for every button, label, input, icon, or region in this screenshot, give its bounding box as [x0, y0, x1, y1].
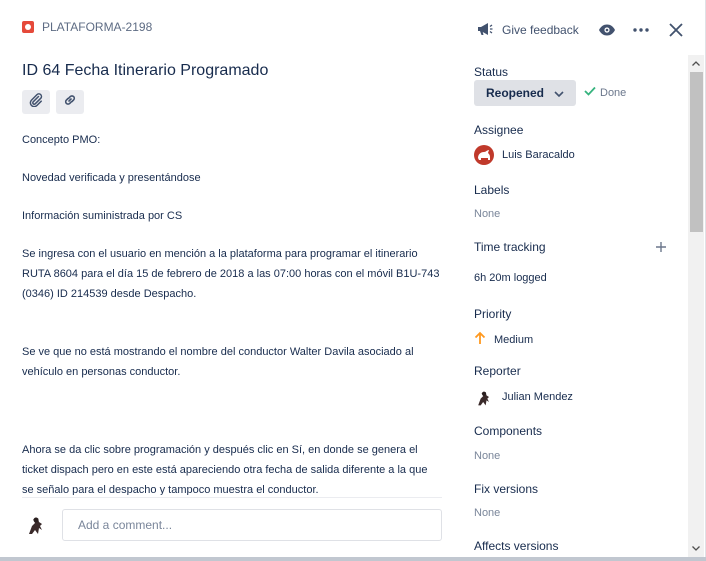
reporter-avatar: [474, 387, 494, 407]
priority-value: Medium: [494, 333, 534, 346]
arrow-up-priority-icon: [474, 331, 486, 348]
scroll-up-arrow-icon[interactable]: [688, 56, 704, 70]
scroll-down-arrow-icon[interactable]: [688, 541, 704, 555]
description-paragraph: Concepto PMO:: [22, 134, 101, 146]
sidebar-scrollbar-thumb[interactable]: [690, 72, 703, 232]
reporter-field[interactable]: Julian Mendez: [474, 387, 573, 407]
fix-versions-value[interactable]: None: [474, 507, 500, 519]
comment-divider: [22, 497, 442, 498]
affects-versions-label: Affects versions: [474, 539, 559, 553]
time-logged-value[interactable]: 6h 20m logged: [474, 272, 547, 284]
reporter-name: Julian Mendez: [502, 391, 573, 403]
done-transition-button[interactable]: Done: [584, 86, 626, 99]
issue-description[interactable]: Concepto PMO: Novedad verificada y prese…: [22, 130, 442, 495]
add-comment-input[interactable]: [62, 509, 442, 541]
components-value[interactable]: None: [474, 450, 500, 462]
priority-label: Priority: [474, 307, 512, 321]
labels-value[interactable]: None: [474, 208, 500, 220]
done-label: Done: [600, 86, 627, 99]
paperclip-icon: [29, 92, 43, 112]
description-paragraph: Ahora se da clic sobre programación y de…: [22, 444, 428, 495]
assignee-label: Assignee: [474, 123, 524, 137]
issue-title[interactable]: ID 64 Fecha Itinerario Programado: [22, 62, 268, 80]
description-paragraph: Se ingresa con el usuario en mención a l…: [22, 248, 440, 300]
description-paragraph: Se ve que no está mostrando el nombre de…: [22, 346, 414, 378]
assignee-field[interactable]: Luis Baracaldo: [474, 145, 575, 165]
issue-key-breadcrumb[interactable]: PLATAFORMA-2198: [22, 20, 152, 34]
status-label: Status: [474, 65, 509, 79]
chevron-down-icon: [554, 86, 564, 100]
issue-key[interactable]: PLATAFORMA-2198: [42, 20, 152, 34]
add-time-plus-icon[interactable]: [654, 240, 668, 254]
assignee-name: Luis Baracaldo: [502, 149, 575, 161]
attach-button[interactable]: [22, 90, 50, 114]
description-paragraph: Información suministrada por CS: [22, 210, 183, 222]
bug-icon: [22, 21, 34, 33]
reporter-label: Reporter: [474, 364, 521, 378]
link-icon: [63, 93, 77, 112]
components-label: Components: [474, 424, 543, 438]
labels-label: Labels: [474, 183, 510, 197]
time-tracking-label: Time tracking: [474, 240, 546, 254]
bottom-edge: [0, 557, 706, 561]
status-dropdown-button[interactable]: Reopened: [474, 80, 576, 106]
check-icon: [584, 86, 596, 99]
current-user-avatar: [24, 512, 48, 536]
link-issue-button[interactable]: [56, 90, 84, 114]
issue-sidebar: Status Reopened Done Assignee Luis Barac…: [474, 0, 684, 557]
fix-versions-label: Fix versions: [474, 482, 539, 496]
status-value: Reopened: [485, 86, 544, 100]
priority-field[interactable]: Medium: [474, 331, 533, 348]
description-paragraph: Novedad verificada y presentándose: [22, 172, 201, 184]
assignee-avatar: [474, 145, 494, 165]
issue-toolbar: [22, 90, 84, 114]
